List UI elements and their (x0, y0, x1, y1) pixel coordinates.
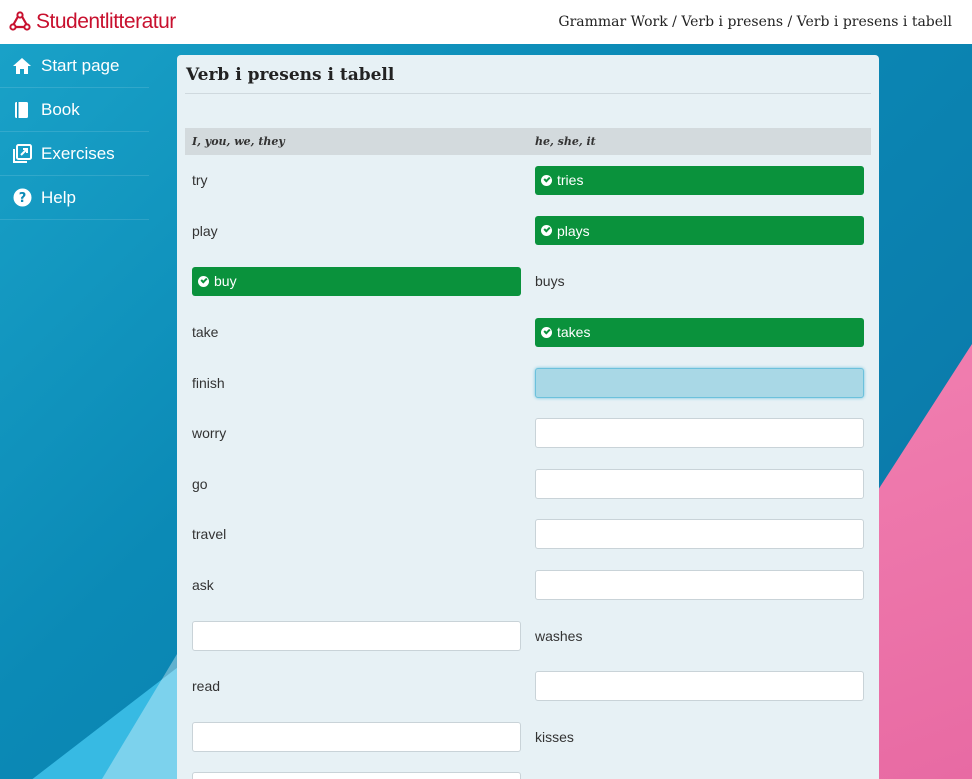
sidebar-item-help[interactable]: ? Help (0, 176, 149, 220)
book-icon (12, 100, 32, 120)
check-circle-icon (198, 275, 209, 287)
table-row: take takes (185, 307, 871, 358)
table-row: buy buys (185, 256, 871, 307)
answer-input[interactable] (535, 418, 864, 449)
sidebar-item-label: Help (41, 187, 76, 207)
sidebar: Start page Book Exercises ? Help (0, 44, 149, 779)
cell-plural-form: finish (185, 375, 528, 391)
table-row (185, 762, 871, 779)
cell-plural-form: worry (185, 425, 528, 441)
answer-input[interactable] (192, 772, 521, 779)
cell-singular-form (528, 468, 871, 499)
answer-input[interactable] (535, 671, 864, 702)
correct-answer-text: buy (214, 273, 237, 290)
table-row: washes (185, 610, 871, 661)
cell-singular-form: plays (528, 216, 871, 246)
answer-input[interactable] (535, 570, 864, 601)
cell-singular-form (528, 519, 871, 550)
cell-plural-form: ask (185, 577, 528, 593)
sidebar-item-label: Book (41, 99, 80, 119)
sidebar-item-book[interactable]: Book (0, 88, 149, 132)
page-title: Verb i presens i tabell (185, 63, 871, 94)
sidebar-item-exercises[interactable]: Exercises (0, 132, 149, 176)
verb-text: try (192, 172, 208, 189)
cell-singular-form: takes (528, 317, 871, 347)
check-circle-icon (541, 225, 552, 237)
verb-text: washes (535, 627, 583, 644)
table-header: I, you, we, they he, she, it (185, 128, 871, 155)
table-row: worry (185, 408, 871, 459)
cell-singular-form: buys (528, 273, 871, 289)
exercise-panel: Verb i presens i tabell I, you, we, they… (177, 55, 879, 779)
cell-plural-form: take (185, 324, 528, 340)
correct-answer-badge: plays (535, 216, 864, 246)
verb-text: buys (535, 273, 565, 290)
cell-plural-form: play (185, 223, 528, 239)
cell-singular-form: tries (528, 165, 871, 195)
verb-text: worry (192, 425, 227, 442)
brand-name: Studentlitteratur (36, 10, 176, 33)
table-row: try tries (185, 155, 871, 206)
cell-plural-form: go (185, 476, 528, 492)
sidebar-item-start-page[interactable]: Start page (0, 44, 149, 88)
answer-input[interactable] (192, 721, 521, 752)
correct-answer-badge: tries (535, 165, 864, 195)
verb-text: ask (192, 577, 214, 594)
exercises-icon (12, 144, 32, 164)
cell-singular-form (528, 367, 871, 398)
table-row: ask (185, 560, 871, 611)
cell-plural-form (185, 620, 528, 651)
verb-text: take (192, 324, 219, 341)
verb-table: try tries play plays buy buys take takes finish w… (185, 155, 871, 779)
help-icon: ? (12, 188, 32, 208)
cell-singular-form (528, 570, 871, 601)
top-bar: Studentlitteratur Grammar Work / Verb i … (0, 0, 972, 44)
cell-plural-form (185, 721, 528, 752)
brand-logo[interactable]: Studentlitteratur (8, 10, 176, 34)
sidebar-item-label: Start page (41, 55, 120, 75)
verb-text: kisses (535, 728, 574, 745)
table-row: travel (185, 509, 871, 560)
table-row: kisses (185, 712, 871, 763)
correct-answer-text: takes (557, 324, 591, 341)
column-header-plural: I, you, we, they (192, 135, 285, 148)
table-row: read (185, 661, 871, 712)
cell-plural-form (185, 772, 528, 779)
correct-answer-badge: takes (535, 317, 864, 347)
check-circle-icon (541, 326, 552, 338)
column-header-singular: he, she, it (535, 135, 596, 148)
table-row: finish (185, 357, 871, 408)
verb-text: play (192, 222, 218, 239)
cell-plural-form: buy (185, 266, 528, 296)
correct-answer-text: plays (557, 222, 590, 239)
cell-singular-form: kisses (528, 729, 871, 745)
cell-singular-form: washes (528, 628, 871, 644)
verb-text: read (192, 678, 221, 695)
correct-answer-text: tries (557, 172, 584, 189)
svg-text:?: ? (18, 191, 26, 206)
breadcrumb: Grammar Work / Verb i presens / Verb i p… (558, 14, 952, 30)
check-circle-icon (541, 174, 552, 186)
cell-singular-form (528, 671, 871, 702)
cell-plural-form: travel (185, 526, 528, 542)
correct-answer-badge: buy (192, 266, 521, 296)
home-icon (12, 56, 32, 76)
cell-plural-form: try (185, 172, 528, 188)
verb-text: travel (192, 526, 227, 543)
answer-input[interactable] (535, 468, 864, 499)
sidebar-item-label: Exercises (41, 143, 115, 163)
verb-text: go (192, 475, 208, 492)
answer-input[interactable] (192, 620, 521, 651)
verb-text: finish (192, 374, 225, 391)
table-row: play plays (185, 206, 871, 257)
cell-plural-form: read (185, 678, 528, 694)
cell-singular-form (528, 418, 871, 449)
answer-input[interactable] (535, 367, 864, 398)
answer-input[interactable] (535, 519, 864, 550)
table-row: go (185, 459, 871, 510)
studentlitteratur-logo-icon (8, 10, 32, 34)
